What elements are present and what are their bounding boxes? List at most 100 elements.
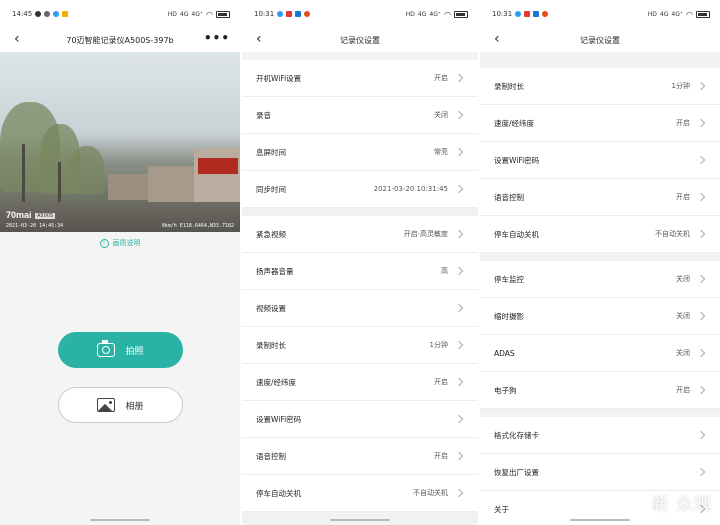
home-indicator[interactable] <box>330 519 390 521</box>
signal-indicator: 4G⁺ <box>429 10 442 18</box>
setting-video[interactable]: 视频设置 <box>242 290 478 327</box>
app-icon <box>304 11 311 17</box>
chevron-right-icon <box>696 311 706 321</box>
setting-adas[interactable]: ADAS 关闭 <box>480 335 720 372</box>
setting-label: 关于 <box>494 504 509 514</box>
album-button[interactable]: 相册 <box>58 387 183 423</box>
tree-trunk <box>22 144 25 202</box>
chevron-right-icon <box>454 110 464 120</box>
setting-label: 设置WiFi密码 <box>256 414 302 424</box>
setting-format-sd-card[interactable]: 格式化存储卡 <box>480 417 720 454</box>
setting-wifi-password[interactable]: 设置WiFi密码 <box>242 401 478 438</box>
setting-audio-recording[interactable]: 录音 关闭 <box>242 97 478 134</box>
setting-label: 速度/经纬度 <box>256 377 297 387</box>
setting-label: 恢复出厂设置 <box>494 467 539 477</box>
setting-parking-auto-off[interactable]: 停车自动关机 不自动关机 <box>480 216 720 253</box>
building <box>108 174 150 200</box>
page-title: 70迈智能记录仪A500S-397b <box>66 35 174 45</box>
setting-record-duration[interactable]: 录制时长 1分钟 <box>480 68 720 105</box>
settings-list: 开机WiFi设置 开启 录音 关闭 息屏时间 常亮 同步时间 2021-03-20 10… <box>242 60 478 512</box>
setting-speaker-volume[interactable]: 扬声器音量 高 <box>242 253 478 290</box>
more-options-icon[interactable]: ••• <box>204 31 230 45</box>
info-icon: ! <box>99 238 109 248</box>
back-arrow-icon[interactable]: ‹ <box>494 32 500 46</box>
setting-speed-camera-alert[interactable]: 电子狗 开启 <box>480 372 720 409</box>
back-arrow-icon[interactable]: ‹ <box>14 32 20 46</box>
setting-value: 关闭 <box>676 349 690 357</box>
settings-list: 录制时长 1分钟 速度/经纬度 开启 设置WiFi密码 语音控制 开启 停车自动关机不… <box>480 68 720 525</box>
signal-indicator: 4G⁺ <box>671 10 684 18</box>
model-badge: A500S <box>35 213 56 219</box>
setting-wifi-password[interactable]: 设置WiFi密码 <box>480 142 720 179</box>
chevron-right-icon <box>454 266 464 276</box>
setting-voice-control[interactable]: 语音控制 开启 <box>242 438 478 475</box>
setting-wifi-on-boot[interactable]: 开机WiFi设置 开启 <box>242 60 478 97</box>
live-video-view[interactable]: 70mai A500S 2021-03-20 14:45:34 0km/h E1… <box>0 52 240 232</box>
status-bar: 10:31 HD 4G 4G⁺ ◠ <box>242 0 478 28</box>
chevron-right-icon <box>454 229 464 239</box>
wifi-icon: ◠ <box>206 9 213 19</box>
top-nav: ‹ 记录仪设置 <box>480 28 720 52</box>
settings-screen-scrolled: 10:31 HD 4G 4G⁺ ◠ ‹ 记录仪设置 录制时长 1分钟 速度/经纬度… <box>480 0 720 525</box>
brand-logo: 70mai <box>6 210 32 220</box>
setting-sync-time[interactable]: 同步时间 2021-03-20 10:31:45 <box>242 171 478 208</box>
notification-icon <box>44 11 51 17</box>
setting-value: 关闭 <box>676 312 690 320</box>
album-label: 相册 <box>125 401 144 412</box>
setting-record-duration[interactable]: 录制时长 1分钟 <box>242 327 478 364</box>
app-icon <box>524 11 531 17</box>
setting-label: 录制时长 <box>494 81 524 91</box>
setting-parking-auto-off[interactable]: 停车自动关机 不自动关机 <box>242 475 478 512</box>
chevron-right-icon <box>454 377 464 387</box>
setting-speed-coordinates[interactable]: 速度/经纬度 开启 <box>480 105 720 142</box>
chevron-right-icon <box>696 118 706 128</box>
setting-speed-coordinates[interactable]: 速度/经纬度 开启 <box>242 364 478 401</box>
status-time: 10:31 <box>492 10 513 18</box>
setting-value: 开启 <box>434 378 448 386</box>
setting-value: 常亮 <box>434 148 448 156</box>
setting-value: 1分钟 <box>429 341 448 349</box>
setting-voice-control[interactable]: 语音控制 开启 <box>480 179 720 216</box>
home-indicator[interactable] <box>90 519 150 521</box>
tree <box>70 146 104 194</box>
home-indicator[interactable] <box>570 519 630 521</box>
setting-label: 视频设置 <box>256 303 286 313</box>
chevron-right-icon <box>696 192 706 202</box>
chevron-right-icon <box>454 73 464 83</box>
site-watermark: 新 众观 <box>651 495 712 515</box>
chevron-right-icon <box>696 348 706 358</box>
gallery-icon <box>97 398 116 412</box>
notification-icon <box>35 11 42 17</box>
setting-timelapse[interactable]: 缩时摄影 关闭 <box>480 298 720 335</box>
battery-icon <box>216 10 230 18</box>
setting-screen-timeout[interactable]: 息屏时间 常亮 <box>242 134 478 171</box>
status-time: 10:31 <box>254 10 275 18</box>
network-indicator: 4G <box>659 10 669 18</box>
setting-parking-monitor[interactable]: 停车监控 关闭 <box>480 261 720 298</box>
take-photo-button[interactable]: 拍照 <box>58 332 183 368</box>
setting-factory-reset[interactable]: 恢复出厂设置 <box>480 454 720 491</box>
setting-emergency-video[interactable]: 紧急视频 开启·高灵敏度 <box>242 216 478 253</box>
telegram-icon <box>53 11 60 17</box>
setting-label: 同步时间 <box>256 184 286 194</box>
network-indicator: 4G <box>417 10 427 18</box>
setting-value: 关闭 <box>676 275 690 283</box>
setting-label: 扬声器音量 <box>256 266 294 276</box>
app-icon <box>62 11 69 17</box>
top-nav: ‹ 记录仪设置 <box>242 28 478 52</box>
shop-sign <box>198 158 238 174</box>
setting-label: 停车自动关机 <box>256 488 301 498</box>
settings-group: 停车监控 关闭 缩时摄影 关闭 ADAS 关闭 电子狗 开启 <box>480 261 720 409</box>
building <box>148 166 196 202</box>
setting-label: 格式化存储卡 <box>494 430 539 440</box>
camera-icon <box>97 340 116 357</box>
back-arrow-icon[interactable]: ‹ <box>256 32 262 46</box>
setting-value: 开启·高灵敏度 <box>403 230 448 238</box>
setting-value: 关闭 <box>434 111 448 119</box>
chevron-right-icon <box>696 274 706 284</box>
app-icon <box>542 11 549 17</box>
app-icon <box>295 11 302 17</box>
settings-group: 开机WiFi设置 开启 录音 关闭 息屏时间 常亮 同步时间 2021-03-20 10… <box>242 60 478 208</box>
quality-info-link[interactable]: ! 画质说明 <box>0 238 240 248</box>
setting-value: 开启 <box>676 193 690 201</box>
